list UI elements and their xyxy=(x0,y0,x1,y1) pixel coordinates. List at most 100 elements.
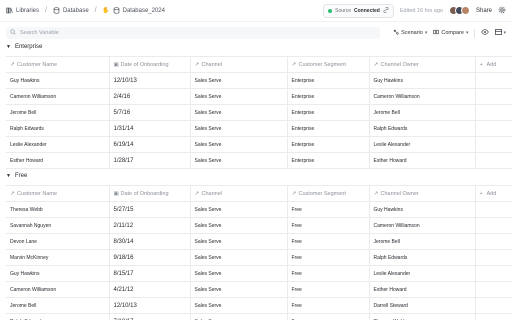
cell-channel[interactable]: Sales Serve xyxy=(190,249,288,266)
cell-customer-segment[interactable]: Free xyxy=(287,313,370,320)
column-header-customer-segment[interactable]: ↗ Customer Segment xyxy=(287,56,370,73)
column-header-customer-name[interactable]: ↗ Customer Name xyxy=(6,56,110,73)
cell-channel-owner[interactable]: Leslie Alexander xyxy=(369,136,476,153)
cell-channel-owner[interactable]: Cameron Williamson xyxy=(369,217,476,234)
cell-customer-name[interactable]: Marvin McKinney xyxy=(6,249,110,266)
collaborator-avatars[interactable] xyxy=(448,6,470,15)
breadcrumb-file[interactable]: ✋ Database_2024 xyxy=(102,7,165,14)
cell-customer-segment[interactable]: Free xyxy=(287,297,370,314)
cell-channel-owner[interactable]: Ralph Edwards xyxy=(369,120,476,137)
cell-customer-segment[interactable]: Free xyxy=(287,201,370,218)
table-row[interactable]: Ralph Edwards 1/31/14 Sales Serve Enterpris… xyxy=(6,120,512,137)
cell-channel-owner[interactable]: Leslie Alexander xyxy=(369,265,476,282)
cell-channel[interactable]: Sales Serve xyxy=(190,265,288,282)
table-row[interactable]: Marvin McKinney 9/18/16 Sales Serve Free Ral… xyxy=(6,249,512,266)
cell-channel[interactable]: Sales Serve xyxy=(190,72,288,89)
column-header-channel-owner[interactable]: ↗ Channel Owner xyxy=(369,56,476,73)
column-header-channel[interactable]: ↗ Channel xyxy=(190,185,288,202)
breadcrumb-database[interactable]: Database xyxy=(53,7,89,14)
cell-channel-owner[interactable]: Darrell Steward xyxy=(369,297,476,314)
share-button[interactable]: Share xyxy=(476,8,492,14)
cell-customer-segment[interactable]: Free xyxy=(287,233,370,250)
cell-customer-segment[interactable]: Enterprise xyxy=(287,120,370,137)
cell-channel[interactable]: Sales Serve xyxy=(190,152,288,169)
cell-onboarding-date[interactable]: 6/19/14 xyxy=(109,136,191,153)
cell-channel-owner[interactable]: Jerome Bell xyxy=(369,233,476,250)
table-row[interactable]: Cameron Williamson 4/21/12 Sales Serve Free… xyxy=(6,281,512,298)
cell-onboarding-date[interactable]: 8/15/17 xyxy=(109,265,191,282)
cell-channel-owner[interactable]: Esther Howard xyxy=(369,152,476,169)
group-header-free[interactable]: ▼ Free xyxy=(6,173,27,179)
table-row[interactable]: Esther Howard 1/28/17 Sales Serve Enterpris… xyxy=(6,152,512,169)
source-status-badge[interactable]: Source Connected xyxy=(323,3,394,18)
cell-customer-name[interactable]: Cameron Williamson xyxy=(6,281,110,298)
column-header-date-of-onboarding[interactable]: ▣ Date of Onboarding xyxy=(109,185,191,202)
cell-onboarding-date[interactable]: 9/18/16 xyxy=(109,249,191,266)
cell-channel[interactable]: Sales Serve xyxy=(190,104,288,121)
cell-channel[interactable]: Sales Serve xyxy=(190,136,288,153)
cell-channel[interactable]: Sales Serve xyxy=(190,233,288,250)
cell-onboarding-date[interactable]: 2/4/16 xyxy=(109,88,191,105)
compare-dropdown[interactable]: Compare ▾ xyxy=(433,29,468,37)
cell-onboarding-date[interactable]: 12/10/13 xyxy=(109,297,191,314)
cell-channel[interactable]: Sales Serve xyxy=(190,281,288,298)
search-input[interactable]: Search Variable xyxy=(6,27,380,39)
cell-channel-owner[interactable]: Esther Howard xyxy=(369,281,476,298)
cell-channel-owner[interactable]: Theresa Webb xyxy=(369,313,476,320)
column-header-channel-owner[interactable]: ↗ Channel Owner xyxy=(369,185,476,202)
cell-customer-name[interactable]: Jerome Bell xyxy=(6,297,110,314)
column-header-customer-name[interactable]: ↗ Customer Name xyxy=(6,185,110,202)
cell-channel[interactable]: Sales Serve xyxy=(190,88,288,105)
column-header-customer-segment[interactable]: ↗ Customer Segment xyxy=(287,185,370,202)
cell-customer-segment[interactable]: Enterprise xyxy=(287,104,370,121)
cell-customer-name[interactable]: Ralph Edwards xyxy=(6,313,110,320)
cell-customer-name[interactable]: Jerome Bell xyxy=(6,104,110,121)
cell-onboarding-date[interactable]: 12/10/13 xyxy=(109,72,191,89)
cell-channel-owner[interactable]: Cameron Williamson xyxy=(369,88,476,105)
cell-channel[interactable]: Sales Serve xyxy=(190,120,288,137)
cell-channel-owner[interactable]: Guy Hawkins xyxy=(369,72,476,89)
cell-channel-owner[interactable]: Jerome Bell xyxy=(369,104,476,121)
cell-onboarding-date[interactable]: 5/27/15 xyxy=(109,201,191,218)
cell-onboarding-date[interactable]: 8/30/14 xyxy=(109,233,191,250)
cell-onboarding-date[interactable]: 1/31/14 xyxy=(109,120,191,137)
cell-customer-name[interactable]: Cameron Williamson xyxy=(6,88,110,105)
cell-customer-segment[interactable]: Enterprise xyxy=(287,136,370,153)
table-row[interactable]: Leslie Alexander 6/19/14 Sales Serve Enterp… xyxy=(6,136,512,153)
table-row[interactable]: Jerome Bell 12/10/13 Sales Serve Free Darrel… xyxy=(6,297,512,314)
table-row[interactable]: Devon Lane 8/30/14 Sales Serve Free Jerome B… xyxy=(6,233,512,250)
cell-channel[interactable]: Sales Serve xyxy=(190,313,288,320)
cell-customer-name[interactable]: Theresa Webb xyxy=(6,201,110,218)
table-row[interactable]: Guy Hawkins 12/10/13 Sales Serve Enterprise… xyxy=(6,72,512,89)
table-row[interactable]: Guy Hawkins 8/15/17 Sales Serve Free Leslie … xyxy=(6,265,512,282)
breadcrumb-libraries[interactable]: Libraries xyxy=(6,7,39,14)
scenario-dropdown[interactable]: Scenario ▾ xyxy=(393,29,427,37)
cell-customer-segment[interactable]: Free xyxy=(287,249,370,266)
cell-customer-name[interactable]: Devon Lane xyxy=(6,233,110,250)
cell-customer-name[interactable]: Guy Hawkins xyxy=(6,72,110,89)
cell-customer-name[interactable]: Ralph Edwards xyxy=(6,120,110,137)
cell-channel[interactable]: Sales Serve xyxy=(190,297,288,314)
table-row[interactable]: Theresa Webb 5/27/15 Sales Serve Free Guy Ha… xyxy=(6,201,512,218)
cell-customer-name[interactable]: Esther Howard xyxy=(6,152,110,169)
column-header-date-of-onboarding[interactable]: ▣ Date of Onboarding xyxy=(109,56,191,73)
add-column-button[interactable]: + Add xyxy=(475,185,512,202)
cell-onboarding-date[interactable]: 1/28/17 xyxy=(109,152,191,169)
table-row[interactable]: Cameron Williamson 2/4/16 Sales Serve Enter… xyxy=(6,88,512,105)
cell-onboarding-date[interactable]: 2/11/12 xyxy=(109,217,191,234)
column-header-channel[interactable]: ↗ Channel xyxy=(190,56,288,73)
cell-customer-name[interactable]: Leslie Alexander xyxy=(6,136,110,153)
table-row[interactable]: Savannah Nguyen 2/11/12 Sales Serve Free Cam… xyxy=(6,217,512,234)
cell-customer-segment[interactable]: Free xyxy=(287,265,370,282)
table-row[interactable]: Ralph Edwards7/18/17Sales ServeFreeThere… xyxy=(6,313,512,320)
cell-onboarding-date[interactable]: 4/21/12 xyxy=(109,281,191,298)
eye-icon[interactable] xyxy=(481,29,490,37)
cell-customer-segment[interactable]: Enterprise xyxy=(287,72,370,89)
layout-dropdown[interactable]: ▾ xyxy=(495,29,506,37)
cell-channel[interactable]: Sales Serve xyxy=(190,217,288,234)
cell-customer-name[interactable]: Savannah Nguyen xyxy=(6,217,110,234)
cell-channel[interactable]: Sales Serve xyxy=(190,201,288,218)
add-column-button[interactable]: + Add xyxy=(475,56,512,73)
group-header-enterprise[interactable]: ▼ Enterprise xyxy=(6,44,42,50)
cell-onboarding-date[interactable]: 7/18/17 xyxy=(109,313,191,320)
